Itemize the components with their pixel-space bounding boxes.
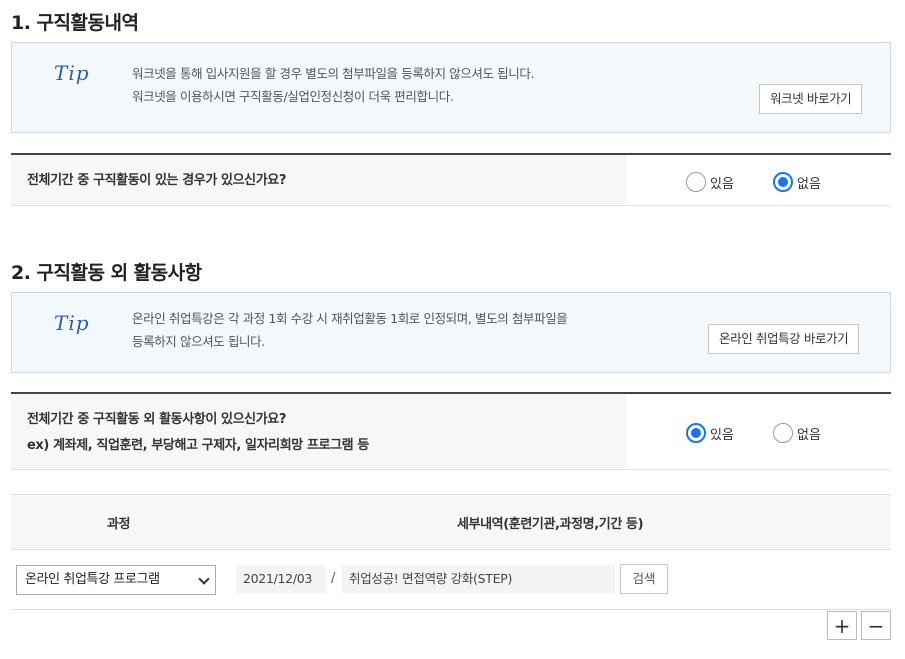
tip-text: 온라인 취업특강은 각 과정 1회 수강 시 재취업활동 1회로 인정되며, 별… <box>132 307 568 353</box>
radio-label: 있음 <box>710 427 734 443</box>
radio-label: 없음 <box>797 176 821 192</box>
separator: / <box>331 571 336 586</box>
date-field[interactable]: 2021/12/03 <box>236 565 326 593</box>
detail-field[interactable]: 취업성공! 면접역량 강화(STEP) <box>342 565 615 593</box>
table-row: 온라인 취업특강 프로그램 2021/12/03 / 취업성공! 면접역량 강화… <box>11 550 891 610</box>
remove-row-button[interactable]: − <box>861 611 891 640</box>
radio-circle-checked <box>773 172 793 192</box>
worknet-link-button[interactable]: 워크넷 바로가기 <box>759 84 863 114</box>
column-header-detail: 세부내역(훈련기관,과정명,기간 등) <box>457 517 644 532</box>
radio-circle <box>773 423 793 443</box>
tip-logo: Tip <box>54 61 90 85</box>
radio-no[interactable]: 없음 <box>773 423 821 443</box>
question-row-job-search: 전체기간 중 구직활동이 있는 경우가 있으신가요? 있음 없음 <box>11 153 891 206</box>
question-text: 전체기간 중 구직활동 외 활동사항이 있으신가요? ex) 계좌제, 직업훈련… <box>27 407 369 459</box>
question-text: 전체기간 중 구직활동이 있는 경우가 있으신가요? <box>27 173 286 188</box>
radio-yes[interactable]: 있음 <box>686 172 734 192</box>
tip-line-1: 워크넷을 통해 입사지원을 할 경우 별도의 첨부파일을 등록하지 않으셔도 됩… <box>132 66 535 81</box>
radio-circle <box>686 172 706 192</box>
add-row-button[interactable]: + <box>827 611 857 640</box>
question-line-1: 전체기간 중 구직활동 외 활동사항이 있으신가요? <box>27 412 286 427</box>
tip-box-worknet: Tip 워크넷을 통해 입사지원을 할 경우 별도의 첨부파일을 등록하지 않으… <box>11 42 891 133</box>
radio-yes[interactable]: 있음 <box>686 423 734 443</box>
radio-circle-checked <box>686 423 706 443</box>
question-line-2: ex) 계좌제, 직업훈련, 부당해고 구제자, 일자리희망 프로그램 등 <box>27 438 369 453</box>
tip-box-online-lecture: Tip 온라인 취업특강은 각 과정 1회 수강 시 재취업활동 1회로 인정되… <box>11 292 891 373</box>
tip-line-2: 등록하지 않으셔도 됩니다. <box>132 334 265 349</box>
column-header-course: 과정 <box>107 517 131 532</box>
tip-line-1: 온라인 취업특강은 각 과정 1회 수강 시 재취업활동 1회로 인정되며, 별… <box>132 311 568 326</box>
search-button[interactable]: 검색 <box>620 564 668 594</box>
tip-text: 워크넷을 통해 입사지원을 할 경우 별도의 첨부파일을 등록하지 않으셔도 됩… <box>132 62 534 108</box>
radio-label: 없음 <box>797 427 821 443</box>
course-select[interactable]: 온라인 취업특강 프로그램 <box>16 565 216 595</box>
tip-line-2: 워크넷을 이용하시면 구직활동/실업인정신청이 더욱 편리합니다. <box>132 89 454 104</box>
section-title-other-activities: 2. 구직활동 외 활동사항 <box>11 262 202 284</box>
course-select-value: 온라인 취업특강 프로그램 <box>25 572 160 587</box>
chevron-down-icon <box>198 573 210 585</box>
radio-label: 있음 <box>710 176 734 192</box>
question-row-other-activities: 전체기간 중 구직활동 외 활동사항이 있으신가요? ex) 계좌제, 직업훈련… <box>11 392 891 470</box>
tip-logo: Tip <box>54 311 90 335</box>
online-lecture-link-button[interactable]: 온라인 취업특강 바로가기 <box>708 324 860 354</box>
table-header: 과정 세부내역(훈련기관,과정명,기간 등) <box>11 494 891 550</box>
section-title-job-search: 1. 구직활동내역 <box>11 12 139 34</box>
radio-no[interactable]: 없음 <box>773 172 821 192</box>
